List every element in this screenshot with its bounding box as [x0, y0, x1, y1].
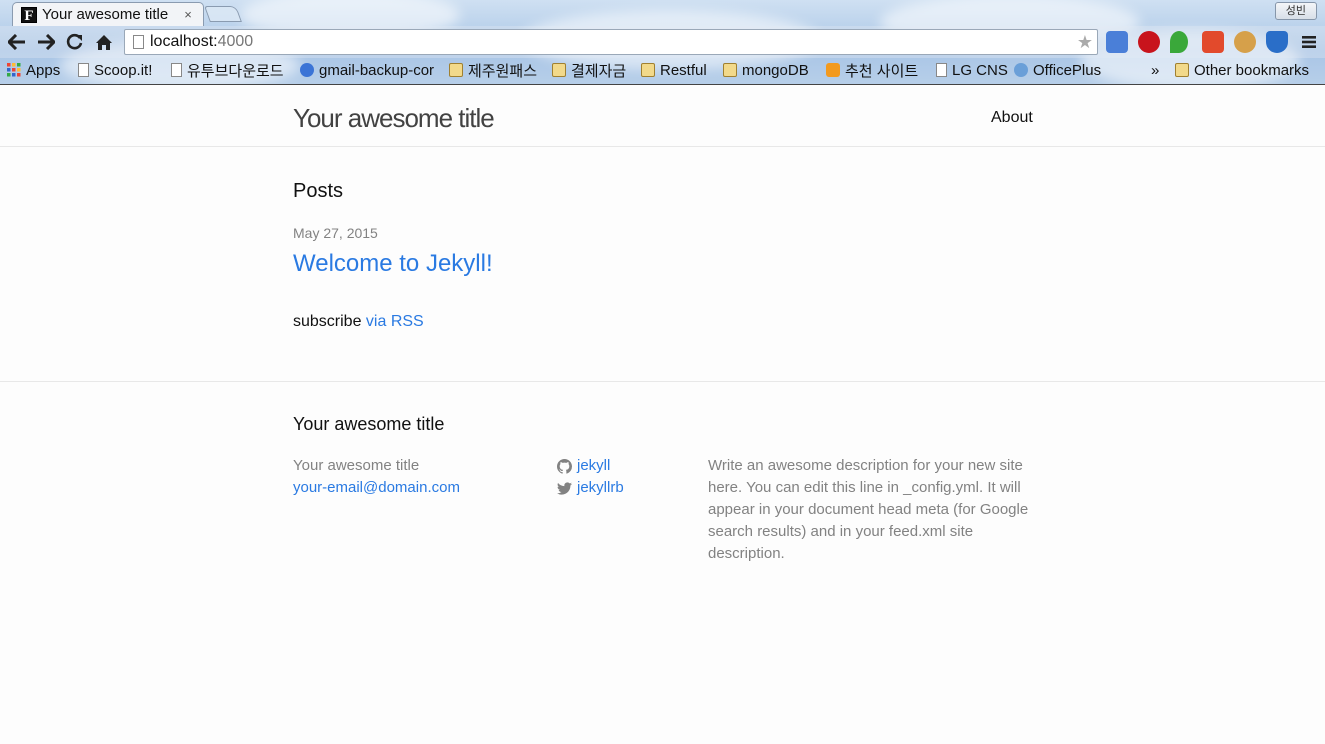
- officeplus-icon: [1014, 63, 1028, 77]
- main-content: Posts May 27, 2015 Welcome to Jekyll! su…: [293, 180, 1033, 330]
- tab-strip: F Your awesome title × 성빈: [0, 0, 1325, 26]
- back-arrow-icon: [8, 34, 25, 50]
- tab-title: Your awesome title: [42, 6, 169, 23]
- footer-contact: Your awesome title your-email@domain.com: [293, 455, 460, 499]
- footer-site-name: Your awesome title: [293, 457, 420, 474]
- rss-link[interactable]: via RSS: [366, 313, 424, 330]
- site-title-link[interactable]: Your awesome title: [293, 103, 495, 134]
- red-extension-icon[interactable]: [1202, 31, 1224, 53]
- bookmark-label: mongoDB: [742, 61, 809, 79]
- nav-about-link[interactable]: About: [991, 109, 1033, 127]
- bookmarks-bar: Apps Scoop.it! 유투브다운로드 gmail-backup-cor …: [0, 58, 1325, 82]
- subscribe-text: subscribe: [293, 313, 366, 330]
- adblock-plus-icon[interactable]: [1138, 31, 1160, 53]
- footer-email-link[interactable]: your-email@domain.com: [293, 479, 460, 496]
- hamburger-menu-icon: [1302, 36, 1316, 48]
- bookmark-lg-cns[interactable]: LG CNS: [936, 60, 1008, 80]
- url-port: 4000: [217, 33, 254, 50]
- reload-button[interactable]: [63, 30, 87, 54]
- page-icon: [936, 63, 947, 77]
- web-page: Your awesome title About Posts May 27, 2…: [0, 90, 1325, 744]
- bookmark-label: 추천 사이트: [845, 62, 919, 80]
- site-favicon-icon: F: [21, 6, 37, 24]
- chrome-menu-button[interactable]: [1297, 30, 1321, 54]
- forward-arrow-icon: [38, 34, 55, 50]
- bookmark-label: Scoop.it!: [94, 61, 153, 79]
- posts-heading: Posts: [293, 180, 344, 202]
- bookmark-label: LG CNS: [952, 61, 1008, 79]
- green-extension-icon[interactable]: [1170, 31, 1188, 53]
- home-icon: [96, 34, 112, 50]
- bookmark-apps[interactable]: Apps: [7, 60, 60, 80]
- bookmark-folder-restful[interactable]: Restful: [641, 60, 707, 80]
- twitter-link[interactable]: jekyllrb: [557, 477, 624, 499]
- bookmark-star-icon[interactable]: ★: [1077, 32, 1093, 53]
- cookie-extension-icon[interactable]: [1234, 31, 1256, 53]
- bookmark-gmail-backup[interactable]: gmail-backup-cor: [300, 60, 440, 80]
- footer-description: Write an awesome description for your ne…: [708, 457, 1029, 562]
- twitter-icon: [557, 481, 572, 495]
- twitter-username: jekyllrb: [577, 479, 624, 496]
- bookmark-label: OfficePlus: [1033, 61, 1102, 79]
- folder-icon: [449, 63, 463, 77]
- bookmark-officeplus[interactable]: OfficePlus: [1014, 60, 1101, 80]
- page-icon: [133, 35, 144, 49]
- bookmark-label: 제주원패스: [468, 62, 538, 80]
- blogger-icon: [826, 63, 840, 77]
- bookmark-label: Restful: [660, 61, 707, 79]
- home-button[interactable]: [92, 30, 116, 54]
- apps-grid-icon: [7, 63, 21, 77]
- translate-extension-icon[interactable]: [1106, 31, 1128, 53]
- bookmark-label: Apps: [26, 61, 61, 79]
- bookmark-label: 결제자금: [571, 62, 627, 80]
- toolbar-divider: [0, 84, 1325, 85]
- forward-button[interactable]: [34, 30, 58, 54]
- github-icon: [557, 458, 572, 474]
- bookmark-folder-mongodb[interactable]: mongoDB: [723, 60, 809, 80]
- bookmarks-overflow-button[interactable]: »: [1151, 60, 1159, 80]
- post-title-link[interactable]: Welcome to Jekyll!: [293, 250, 493, 278]
- bookmark-label: 유투브다운로드: [187, 62, 284, 80]
- browser-chrome: F Your awesome title × 성빈 localhost:4000…: [0, 0, 1325, 85]
- bookmark-folder-jeju[interactable]: 제주원패스: [449, 60, 537, 80]
- footer-heading: Your awesome title: [293, 414, 445, 434]
- footer-social: jekyll jekyllrb: [557, 455, 624, 499]
- browser-tab[interactable]: F Your awesome title ×: [12, 2, 204, 26]
- folder-icon: [641, 63, 655, 77]
- site-header: Your awesome title About: [0, 90, 1325, 147]
- folder-icon: [1175, 63, 1189, 77]
- subscribe-line: subscribe via RSS: [293, 313, 424, 331]
- address-bar[interactable]: localhost:4000 ★: [124, 29, 1098, 55]
- bookmark-scoopit[interactable]: Scoop.it!: [78, 60, 152, 80]
- tab-close-icon[interactable]: ×: [181, 7, 195, 22]
- bookmark-folder-payment[interactable]: 결제자금: [552, 60, 626, 80]
- github-link[interactable]: jekyll: [557, 455, 624, 477]
- gmail-backup-icon: [300, 63, 314, 77]
- url-text: localhost:4000: [150, 33, 253, 51]
- folder-icon: [552, 63, 566, 77]
- page-icon: [78, 63, 89, 77]
- profile-button[interactable]: 성빈: [1274, 2, 1317, 20]
- back-button[interactable]: [5, 30, 29, 54]
- bookmark-recommended-sites[interactable]: 추천 사이트: [826, 60, 918, 80]
- bookmark-youtube-download[interactable]: 유투브다운로드: [171, 60, 284, 80]
- site-footer: Your awesome title Your awesome title yo…: [0, 381, 1325, 744]
- other-bookmarks[interactable]: Other bookmarks: [1175, 60, 1309, 80]
- bookmark-label: Other bookmarks: [1194, 61, 1310, 79]
- folder-icon: [723, 63, 737, 77]
- browser-toolbar: localhost:4000 ★: [0, 26, 1325, 58]
- bookmark-label: gmail-backup-cor: [319, 61, 435, 79]
- url-host: localhost:: [150, 33, 218, 50]
- post-date: May 27, 2015: [293, 225, 378, 241]
- shield-extension-icon[interactable]: [1266, 31, 1288, 53]
- github-username: jekyll: [577, 457, 611, 474]
- reload-icon: [66, 33, 83, 50]
- new-tab-button[interactable]: [204, 6, 242, 22]
- page-icon: [171, 63, 182, 77]
